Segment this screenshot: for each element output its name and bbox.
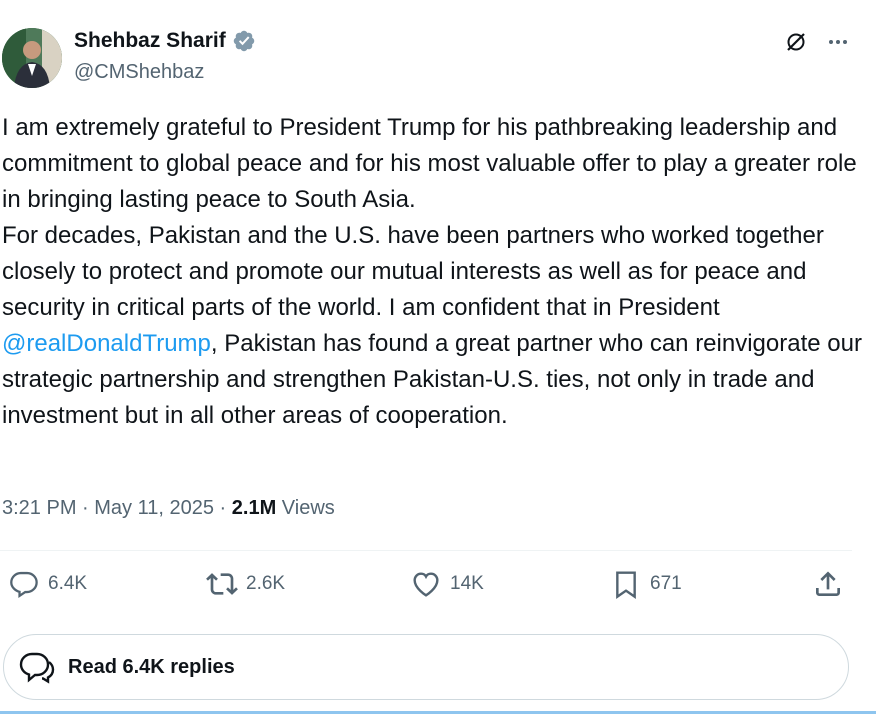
- tweet-meta: 3:21 PM · May 11, 2025 · 2.1M Views: [2, 497, 335, 520]
- repost-button[interactable]: 2.6K: [206, 568, 285, 600]
- avatar[interactable]: [2, 28, 62, 88]
- tweet-date[interactable]: May 11, 2025: [94, 497, 214, 519]
- tweet-text: I am extremely grateful to President Tru…: [2, 110, 862, 434]
- tweet-top-actions: [784, 30, 850, 54]
- meta-separator: ·: [219, 497, 232, 519]
- reply-icon: [10, 571, 38, 598]
- author-row: Shehbaz Sharif: [74, 29, 256, 53]
- grok-icon[interactable]: [784, 30, 808, 54]
- tweet-text-part-1: I am extremely grateful to President Tru…: [2, 114, 857, 321]
- reply-count: 6.4K: [48, 573, 88, 594]
- read-replies-label: Read 6.4K replies: [68, 655, 235, 678]
- mention-link[interactable]: @realDonaldTrump: [2, 330, 211, 357]
- reply-button[interactable]: 6.4K: [8, 568, 87, 600]
- more-options-icon[interactable]: [826, 30, 850, 54]
- share-icon: [816, 571, 840, 596]
- bookmark-count: 671: [650, 573, 682, 594]
- repost-icon: [206, 573, 238, 595]
- replies-bubbles-icon: [19, 652, 55, 684]
- repost-count: 2.6K: [246, 573, 286, 594]
- heart-icon: [413, 572, 439, 597]
- read-replies-button[interactable]: Read 6.4K replies: [3, 634, 849, 700]
- divider: [0, 550, 852, 551]
- author-name[interactable]: Shehbaz Sharif: [74, 29, 226, 53]
- bookmark-icon: [616, 571, 636, 599]
- avatar-image: [2, 28, 62, 88]
- like-count: 14K: [450, 573, 484, 594]
- action-bar: 6.4K 2.6K 14K 671: [0, 568, 852, 608]
- verified-badge-icon[interactable]: [232, 29, 256, 53]
- views-count: 2.1M: [231, 497, 277, 519]
- share-button[interactable]: [812, 568, 844, 600]
- like-button[interactable]: 14K: [410, 568, 484, 600]
- meta-separator: ·: [82, 497, 95, 519]
- bookmark-button[interactable]: 671: [610, 568, 682, 600]
- author-handle[interactable]: @CMShehbaz: [74, 61, 204, 84]
- tweet-time[interactable]: 3:21 PM: [2, 497, 76, 519]
- views-label: Views: [281, 497, 335, 519]
